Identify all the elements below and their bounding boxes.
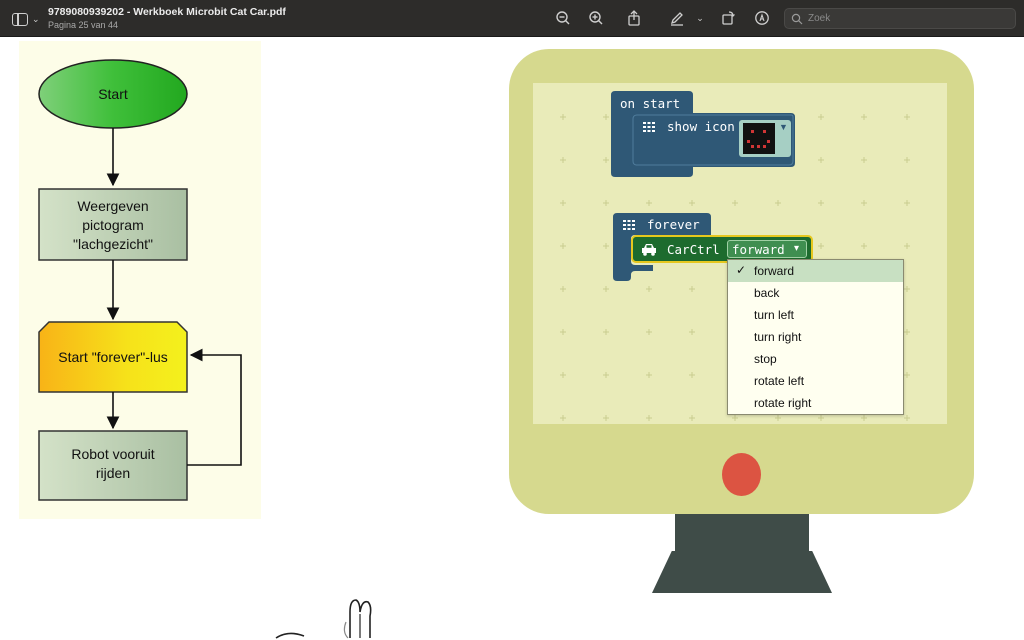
dropdown-option-back[interactable]: back bbox=[728, 282, 903, 304]
chevron-down-icon: ▾ bbox=[794, 243, 800, 254]
chevron-down-icon: ⌄ bbox=[696, 12, 704, 23]
power-button bbox=[722, 453, 761, 496]
drive-forward-label: Robot vooruit rijden bbox=[39, 443, 187, 485]
dropdown-option-rotate-right[interactable]: rotate right bbox=[728, 392, 903, 414]
zoom-out-icon bbox=[556, 11, 570, 25]
zoom-in-button[interactable] bbox=[587, 9, 605, 27]
dropdown-option-label: stop bbox=[754, 352, 777, 366]
led-grid-icon bbox=[643, 122, 655, 132]
dropdown-option-turn-right[interactable]: turn right bbox=[728, 326, 903, 348]
sidebar-icon bbox=[12, 12, 28, 26]
dropdown-option-forward[interactable]: ✓ forward bbox=[728, 260, 903, 282]
car-icon bbox=[642, 244, 656, 256]
dropdown-option-turn-left[interactable]: turn left bbox=[728, 304, 903, 326]
rotate-icon bbox=[722, 11, 735, 25]
start-label: Start bbox=[98, 85, 128, 102]
search-icon bbox=[791, 13, 803, 24]
rotate-button[interactable] bbox=[719, 9, 737, 27]
cat-doodle-illustration bbox=[275, 599, 372, 639]
dropdown-option-label: turn right bbox=[754, 330, 802, 344]
carctrl-label: CarCtrl bbox=[667, 242, 720, 257]
share-button[interactable] bbox=[625, 9, 643, 27]
smiley-led-preview bbox=[743, 123, 775, 154]
icon-picker[interactable]: ▼ bbox=[739, 120, 791, 157]
forever-label: forever bbox=[647, 217, 700, 232]
dropdown-option-rotate-left[interactable]: rotate left bbox=[728, 370, 903, 392]
direction-dropdown-menu: ✓ forward back turn left turn right stop… bbox=[727, 259, 904, 415]
drive-forward-label-line1: Robot vooruit bbox=[71, 446, 155, 462]
chevron-down-icon: ⌄ bbox=[32, 13, 40, 24]
checkmark-icon: ✓ bbox=[736, 263, 747, 277]
forever-loop-label: Start "forever"-lus bbox=[58, 348, 168, 365]
zoom-in-icon bbox=[589, 11, 603, 25]
show-icon-label: show icon bbox=[667, 119, 735, 134]
monitor-illustration: on start show icon ▼ forever CarCtrl for… bbox=[509, 49, 974, 514]
flowchart: Start Weergeven pictogram "lachgezicht" … bbox=[19, 41, 261, 519]
led-grid-icon bbox=[623, 220, 635, 230]
monitor-stand-neck bbox=[675, 514, 809, 552]
markup-menu-button[interactable]: ⌄ bbox=[694, 9, 706, 27]
drive-forward-label-line2: rijden bbox=[95, 465, 131, 481]
show-icon-label-line3: "lachgezicht" bbox=[73, 235, 153, 252]
markup-button[interactable] bbox=[668, 9, 686, 27]
sidebar-toggle-button[interactable]: ⌄ bbox=[12, 10, 40, 28]
toolbar: ⌄ 9789080939202 - Werkboek Microbit Cat … bbox=[0, 0, 1024, 37]
share-icon bbox=[628, 10, 640, 26]
dropdown-option-label: rotate right bbox=[754, 396, 812, 410]
annotate-icon bbox=[755, 11, 769, 25]
page-indicator: Pagina 25 van 44 bbox=[48, 20, 119, 30]
dropdown-option-stop[interactable]: stop bbox=[728, 348, 903, 370]
dropdown-option-label: back bbox=[754, 286, 780, 300]
show-icon-label: Weergeven pictogram "lachgezicht" bbox=[39, 196, 187, 254]
zoom-out-button[interactable] bbox=[554, 9, 572, 27]
annotate-button[interactable] bbox=[753, 9, 771, 27]
pdf-page: Start Weergeven pictogram "lachgezicht" … bbox=[0, 37, 1024, 640]
on-start-label: on start bbox=[620, 96, 681, 111]
chevron-down-icon: ▼ bbox=[779, 122, 788, 132]
dropdown-option-label: rotate left bbox=[754, 374, 805, 388]
pen-icon bbox=[670, 12, 683, 26]
search-field[interactable] bbox=[784, 8, 1016, 29]
monitor-stand-base bbox=[652, 551, 832, 593]
makecode-workspace: on start show icon ▼ forever CarCtrl for… bbox=[533, 83, 947, 424]
show-icon-label-line2: pictogram bbox=[82, 216, 144, 233]
dropdown-option-label: turn left bbox=[754, 308, 795, 322]
show-icon-label-line1: Weergeven bbox=[77, 197, 149, 214]
document-title: 9789080939202 - Werkboek Microbit Cat Ca… bbox=[48, 6, 286, 18]
dropdown-option-label: forward bbox=[754, 264, 795, 278]
direction-selected-value: forward bbox=[732, 242, 785, 257]
direction-select[interactable]: forward ▾ bbox=[727, 240, 807, 258]
search-input[interactable] bbox=[808, 13, 1008, 24]
